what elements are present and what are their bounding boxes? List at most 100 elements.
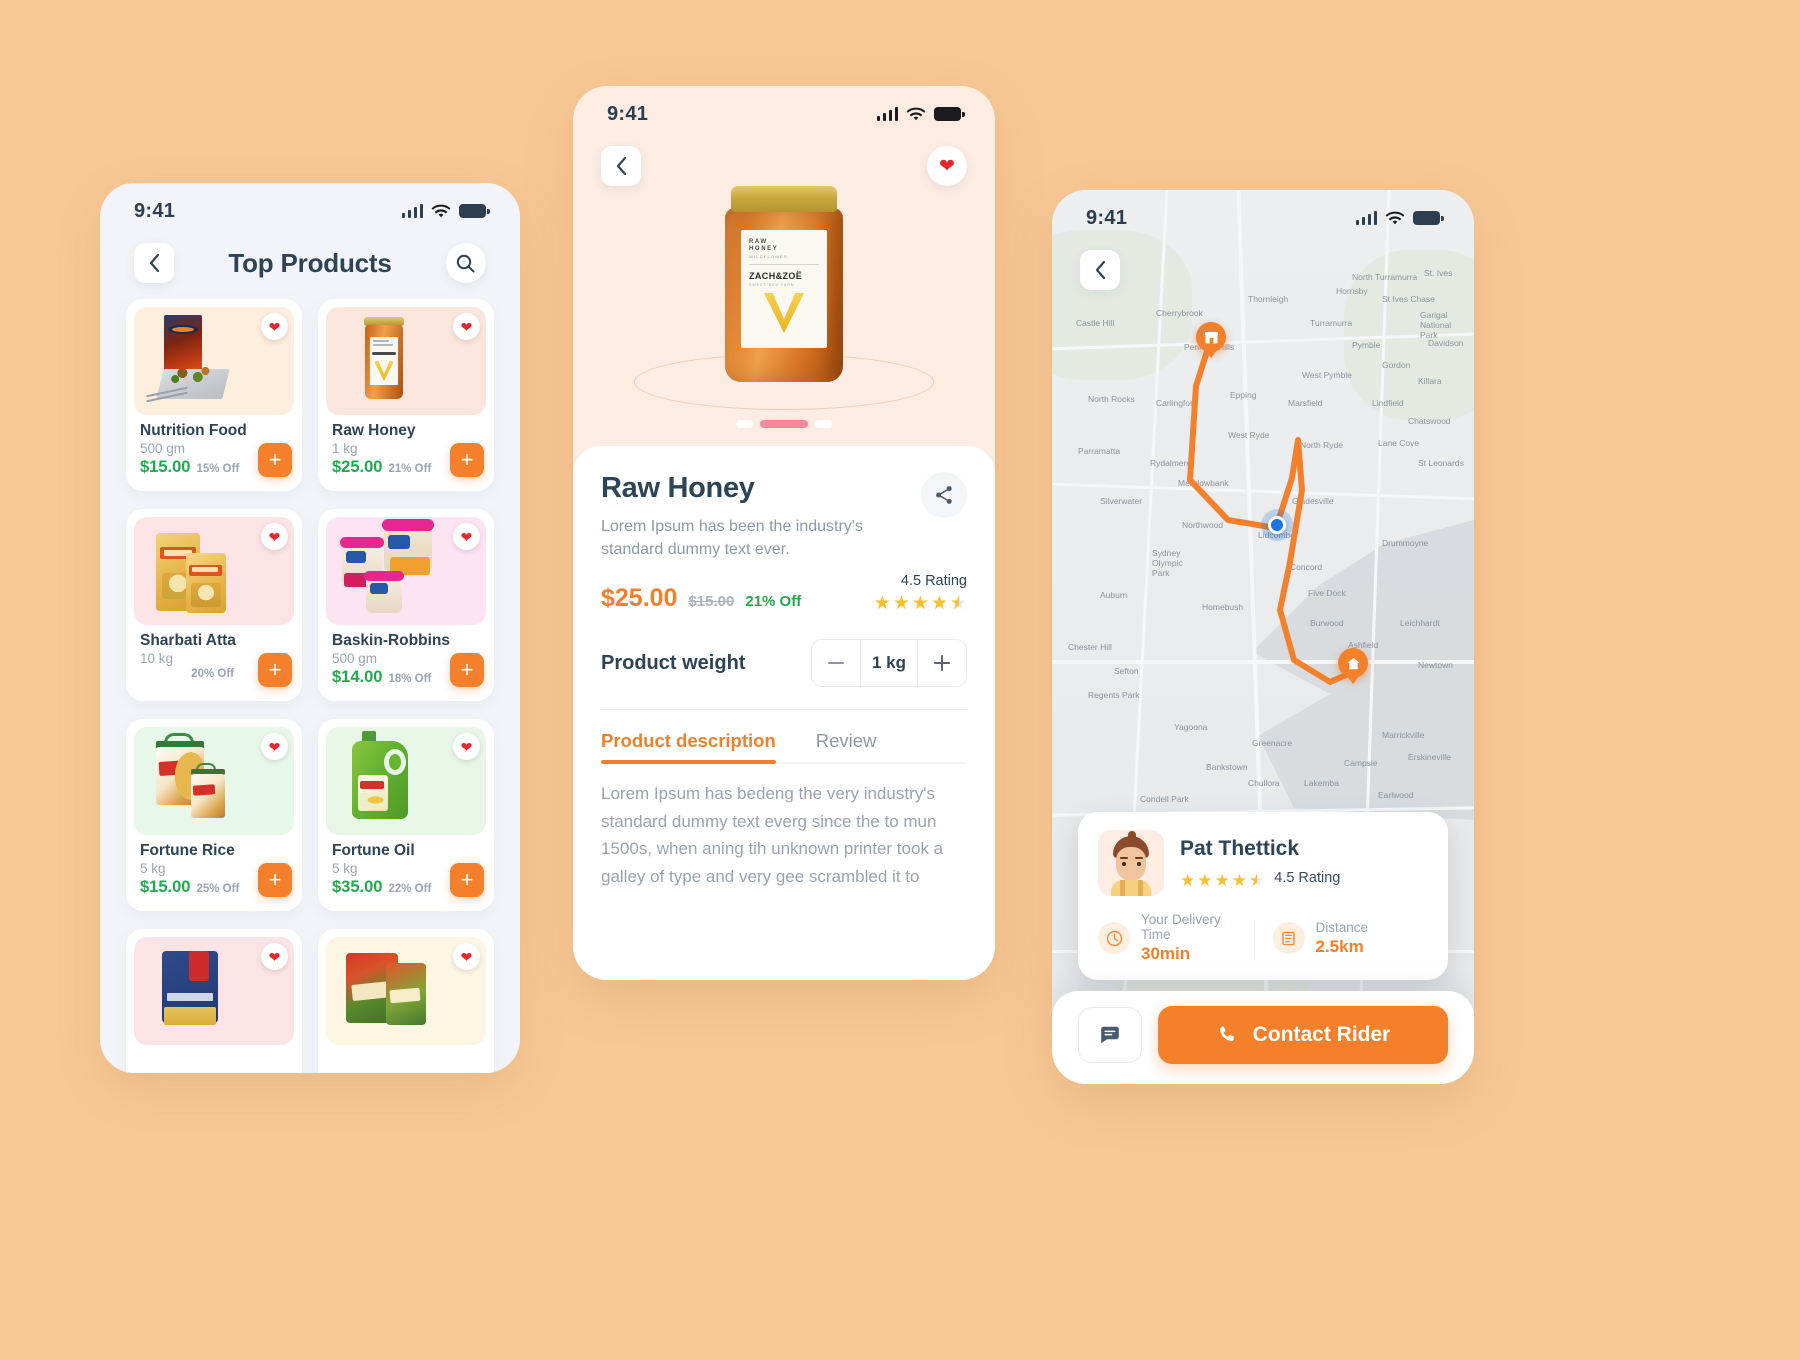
product-image: ❤: [134, 727, 294, 835]
product-name: Raw Honey: [332, 422, 416, 439]
price-group: $25.00 $15.00 21% Off: [601, 584, 801, 613]
product-image: ❤: [326, 517, 486, 625]
favorite-toggle[interactable]: ❤: [261, 313, 288, 340]
battery-full-icon: [934, 107, 965, 121]
tab-review[interactable]: Review: [816, 730, 877, 764]
heart-filled-icon: ❤: [460, 948, 473, 965]
product-gallery[interactable]: RAW HONEY WILDFLOWER ZACH&ZOË SWEET BEE …: [573, 174, 995, 424]
back-button[interactable]: [1080, 250, 1120, 290]
label-brand: ZACH&ZOË: [749, 271, 803, 281]
stat-delivery-time: Your Delivery Time 30min: [1098, 912, 1254, 964]
heart-filled-icon: ❤: [460, 528, 473, 545]
product-info: Fortune Oil 5 kg $35.00 22% Off +: [326, 835, 486, 901]
share-button[interactable]: [921, 472, 967, 518]
page-title: Top Products: [228, 247, 392, 278]
product-discount: 18% Off: [388, 673, 432, 685]
add-to-cart-button[interactable]: +: [450, 863, 484, 897]
product-info: Nutrition Food 500 gm $15.00 15% Off +: [134, 415, 294, 481]
add-to-cart-button[interactable]: +: [450, 653, 484, 687]
label-brand-sub: SWEET BEE FARM: [749, 283, 795, 287]
decrease-button[interactable]: [812, 640, 860, 687]
add-to-cart-button[interactable]: +: [258, 863, 292, 897]
product-price: $25.00: [601, 584, 678, 613]
product-image: ❤: [326, 307, 486, 415]
product-card[interactable]: ❤: [318, 929, 494, 1073]
product-card[interactable]: ❤ Fortune Oil 5 kg $35.00 22% Off +: [318, 719, 494, 911]
store-pin-icon[interactable]: [1196, 322, 1226, 352]
tab-product-description[interactable]: Product description: [601, 730, 776, 765]
product-card[interactable]: ❤ Sharbati Atta 10 kg 20% Off +: [126, 509, 302, 701]
product-discount: 21% Off: [745, 593, 802, 611]
favorite-toggle[interactable]: ❤: [261, 523, 288, 550]
product-card[interactable]: ❤ Baskin-Robbins 500 gm $14.00 18% Off +: [318, 509, 494, 701]
product-name: Fortune Rice: [140, 842, 235, 859]
product-discount: 21% Off: [388, 463, 432, 475]
product-card[interactable]: ❤: [126, 929, 302, 1073]
favorite-toggle[interactable]: ❤: [453, 313, 480, 340]
contact-rider-label: Contact Rider: [1252, 1023, 1391, 1046]
contact-rider-button[interactable]: Contact Rider: [1158, 1006, 1448, 1064]
search-button[interactable]: [445, 243, 486, 283]
favorite-toggle[interactable]: ❤: [261, 943, 288, 970]
rider-identity: Pat Thettick ★ ★ ★ ★ ★ ★ 4.5 Rating: [1098, 830, 1428, 896]
add-to-cart-button[interactable]: +: [258, 443, 292, 477]
increase-button[interactable]: [918, 640, 966, 687]
quantity-stepper[interactable]: 1 kg: [811, 639, 967, 688]
product-weight-row: Product weight 1 kg: [601, 639, 967, 711]
product-old-price: $15.00: [688, 593, 735, 611]
label-line-3: WILDFLOWER: [749, 254, 789, 259]
back-button[interactable]: [134, 243, 174, 283]
battery-full-icon: [1413, 211, 1444, 225]
product-image: ❤: [326, 727, 486, 835]
detail-title-row: Raw Honey Lorem Ipsum has been the indus…: [601, 472, 967, 561]
heart-filled-icon: ❤: [268, 948, 281, 965]
product-info: [326, 1045, 486, 1073]
detail-sheet: Raw Honey Lorem Ipsum has been the indus…: [573, 446, 995, 980]
rating-group: 4.5 Rating ★ ★ ★ ★ ★ ★: [874, 573, 967, 613]
price-rating-row: $25.00 $15.00 21% Off 4.5 Rating ★ ★ ★ ★…: [601, 573, 967, 613]
star-icon: ★: [1231, 871, 1247, 890]
chat-button[interactable]: [1078, 1007, 1142, 1063]
favorite-toggle[interactable]: ❤: [453, 523, 480, 550]
stat-label: Your Delivery Time: [1141, 912, 1221, 942]
label-line-2: HONEY: [749, 246, 779, 252]
product-card[interactable]: ❤ Raw Honey 1 kg $25.00 21% Off +: [318, 299, 494, 491]
wifi-icon: [1385, 211, 1405, 224]
weight-label: Product weight: [601, 651, 746, 674]
stat-distance: Distance 2.5km: [1253, 919, 1429, 957]
search-icon: [457, 254, 475, 272]
chevron-left-icon: [149, 254, 159, 272]
favorite-toggle[interactable]: ❤: [453, 733, 480, 760]
share-icon: [936, 486, 952, 504]
signal-bars-icon: [401, 204, 423, 218]
product-info: Fortune Rice 5 kg $15.00 25% Off +: [134, 835, 294, 901]
honey-jar-image: RAW HONEY WILDFLOWER ZACH&ZOË SWEET BEE …: [725, 186, 843, 382]
phone-screen-order-tracking: Castle Hill Cherrybrook Thornleigh Horns…: [1052, 190, 1474, 1084]
weight-value: 1 kg: [860, 640, 918, 687]
product-discount: 15% Off: [196, 463, 240, 475]
tracking-action-bar: Contact Rider: [1052, 991, 1474, 1084]
product-name: Sharbati Atta: [140, 632, 236, 649]
mockup-stage: 9:41 Top Products ❤ Nutrition Food 500 g…: [0, 0, 1800, 1360]
products-header: Top Products: [100, 229, 520, 299]
add-to-cart-button[interactable]: +: [450, 443, 484, 477]
product-info: Raw Honey 1 kg $25.00 21% Off +: [326, 415, 486, 481]
favorite-toggle[interactable]: ❤: [453, 943, 480, 970]
status-bar: 9:41: [1052, 190, 1474, 236]
star-icon: ★: [911, 593, 929, 615]
stat-label: Distance: [1315, 919, 1369, 935]
product-price: $15.00: [140, 878, 191, 896]
minus-icon: [828, 662, 844, 665]
add-to-cart-button[interactable]: +: [258, 653, 292, 687]
status-bar: 9:41: [573, 86, 995, 132]
product-card[interactable]: ❤ Nutrition Food 500 gm $15.00 15% Off +: [126, 299, 302, 491]
heart-filled-icon: ❤: [268, 318, 281, 335]
product-card[interactable]: ❤ Fortune Rice 5 kg $15.00 25% Off +: [126, 719, 302, 911]
product-name: Baskin-Robbins: [332, 632, 450, 649]
jar-lid: [731, 186, 837, 212]
rider-rating: ★ ★ ★ ★ ★ ★ 4.5 Rating: [1180, 867, 1340, 889]
distance-icon: [1272, 922, 1305, 954]
star-icon: ★: [1180, 871, 1196, 890]
favorite-toggle[interactable]: ❤: [261, 733, 288, 760]
home-pin-icon[interactable]: [1338, 648, 1368, 678]
